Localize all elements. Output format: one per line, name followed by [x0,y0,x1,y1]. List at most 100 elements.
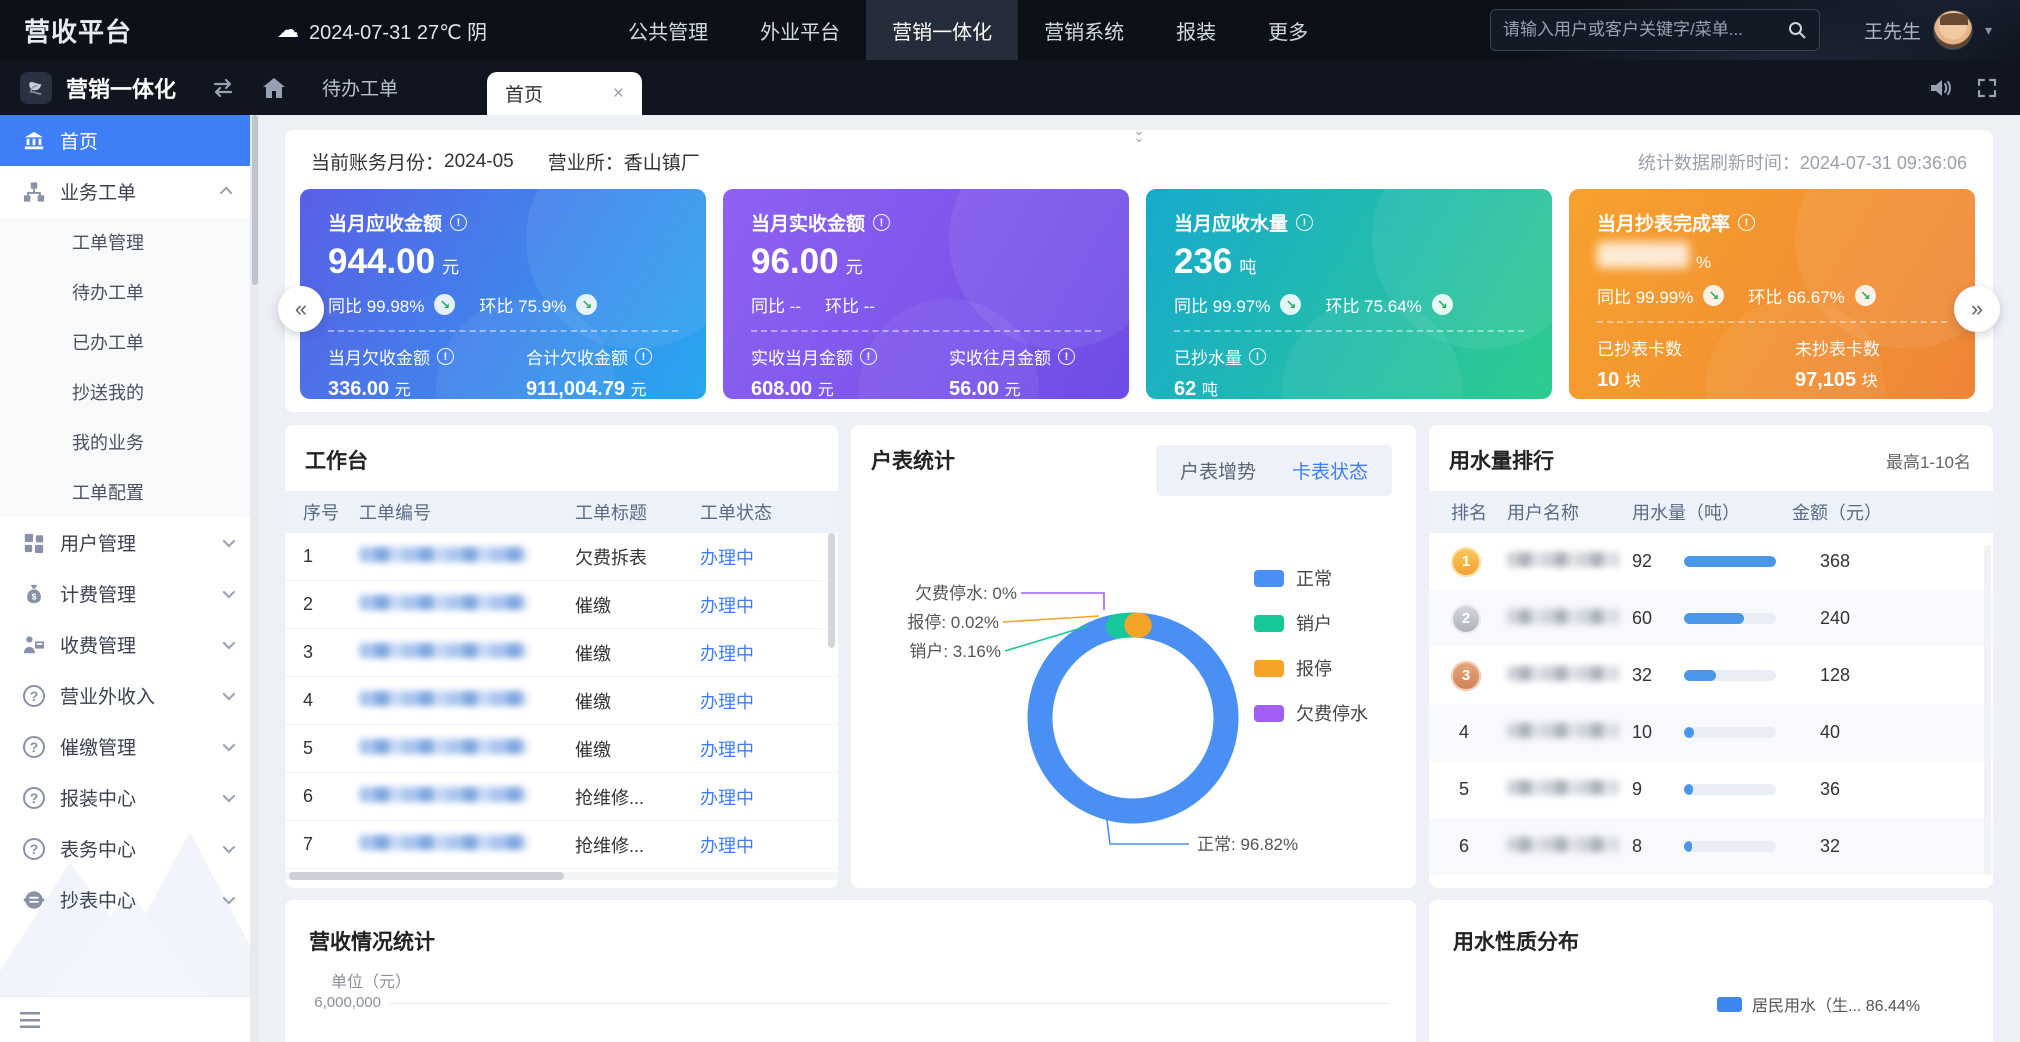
topnav-item[interactable]: 营销一体化 [866,0,1018,60]
usage-bar [1684,727,1776,738]
worktable-row[interactable]: 3 催缴 办理中 [285,629,838,677]
ranking-row[interactable]: 3 32 128 [1429,647,1993,704]
info-icon[interactable]: ! [635,348,652,365]
carousel-next-button[interactable]: » [1954,286,2000,332]
close-icon[interactable]: × [613,83,624,105]
legend-item[interactable]: 正常 [1254,565,1368,591]
ranking-row[interactable]: 2 60 240 [1429,590,1993,647]
info-icon[interactable]: ! [873,214,890,231]
legend-item[interactable]: 销户 [1254,610,1368,636]
fullscreen-icon[interactable] [1976,77,1998,99]
info-icon[interactable]: ! [1249,348,1266,365]
sidebar-item[interactable]: $ 计费管理 [0,568,250,619]
order-status-link[interactable]: 办理中 [700,692,754,712]
order-status-link[interactable]: 办理中 [700,596,754,616]
sitemap-icon [22,180,46,204]
info-icon[interactable]: ! [450,214,467,231]
worktable-row[interactable]: 1 欠费拆表 办理中 [285,533,838,581]
order-status-link[interactable]: 办理中 [700,836,754,856]
global-search[interactable] [1490,9,1820,51]
callout-suspended: 报停: 0.02% [907,613,999,632]
stat-card[interactable]: 当月应收水量! 236 吨 同比 99.97%↘ 环比 75.64%↘ 已抄水量… [1146,189,1552,399]
sidebar-scrollbar[interactable] [250,115,259,1042]
order-status-link[interactable]: 办理中 [700,644,754,664]
tab-home-label[interactable]: 首页 [505,80,543,107]
chevron-down-icon [223,790,236,803]
sidebar-item[interactable]: 收费管理 [0,619,250,670]
ranking-row[interactable]: 6 8 32 [1429,818,1993,875]
sidebar-item[interactable]: ? 催缴管理 [0,721,250,772]
dashed-divider [751,330,1101,332]
ranking-row[interactable]: 5 9 36 [1429,761,1993,818]
sidebar-item-label: 抄表中心 [60,886,223,913]
topnav-item[interactable]: 外业平台 [734,0,866,60]
order-status-link[interactable]: 办理中 [700,788,754,808]
sidebar-subitem[interactable]: 工单配置 [0,467,250,517]
medal-gold-icon: 1 [1451,547,1481,577]
order-status-link[interactable]: 办理中 [700,740,754,760]
stat-card[interactable]: 当月应收金额! 944.00 元 同比 99.98%↘ 环比 75.9%↘ 当月… [300,189,706,399]
order-code-masked [359,546,575,567]
carousel-prev-button[interactable]: « [278,286,324,332]
legend-item[interactable]: 报停 [1254,655,1368,681]
info-icon[interactable]: ! [1738,214,1755,231]
sidebar-item[interactable]: ? 营业外收入 [0,670,250,721]
info-icon[interactable]: ! [1058,348,1075,365]
ranking-row[interactable]: 1 92 368 [1429,533,1993,590]
svg-text:$: $ [32,592,37,601]
sidebar-item[interactable]: 用户管理 [0,517,250,568]
footer-metric: 实收往月金额! 56.00 元 [949,344,1099,399]
avatar[interactable] [1933,10,1973,50]
medal-silver-icon: 2 [1451,604,1481,634]
worktable-vscrollbar[interactable] [828,491,835,801]
menu-list-icon[interactable] [20,1012,40,1028]
topnav-item[interactable]: 更多 [1242,0,1334,60]
worktable-row[interactable]: 7 抢维修... 办理中 [285,821,838,869]
ranking-scrollbar[interactable] [1984,545,1991,875]
col-header-user: 用户名称 [1507,499,1632,525]
sidebar-subitem[interactable]: 我的业务 [0,417,250,467]
sidebar-subitem[interactable]: 待办工单 [0,267,250,317]
info-icon[interactable]: ! [1296,214,1313,231]
rank-number: 6 [1459,836,1469,857]
sidebar-item[interactable]: ? 表务中心 [0,823,250,874]
water-nature-title: 用水性质分布 [1429,900,1993,956]
search-input[interactable] [1503,20,1787,40]
ranking-row[interactable]: 4 10 40 [1429,704,1993,761]
sidebar-item[interactable]: 业务工单 [0,166,250,217]
topnav-item[interactable]: 报装 [1150,0,1242,60]
tab-pending-orders[interactable]: 待办工单 [322,74,398,101]
home-icon[interactable] [262,77,286,99]
sidebar-subitem[interactable]: 抄送我的 [0,367,250,417]
info-icon[interactable]: ! [860,348,877,365]
order-status-link[interactable]: 办理中 [700,548,754,568]
sidebar-subitem[interactable]: 工单管理 [0,217,250,267]
worktable-row[interactable]: 4 催缴 办理中 [285,677,838,725]
sidebar-subitem[interactable]: 已办工单 [0,317,250,367]
order-code-masked [359,738,575,759]
sidebar-item[interactable]: 抄表中心 [0,874,250,925]
worktable-row[interactable]: 2 催缴 办理中 [285,581,838,629]
topnav-item[interactable]: 公共管理 [602,0,734,60]
sidebar-item[interactable]: 首页 [0,115,250,166]
worktable-hscrollbar[interactable] [285,872,838,880]
legend-item[interactable]: 欠费停水 [1254,700,1368,726]
worktable-row[interactable]: 5 催缴 办理中 [285,725,838,773]
tab-home-active[interactable]: 首页 × [487,72,642,115]
stat-card[interactable]: 当月抄表完成率! % 同比 99.99%↘ 环比 66.67%↘ 已抄表卡数 1… [1569,189,1975,399]
switch-app-icon[interactable] [210,77,236,99]
collapse-double-chevron-icon[interactable]: ⌄⌄ [1134,127,1145,141]
volume-icon[interactable] [1928,77,1952,99]
worktable-header: 序号 工单编号 工单标题 工单状态 [285,491,838,533]
cashier-icon [22,633,46,657]
stat-card[interactable]: 当月实收金额! 96.00 元 同比 -- 环比 -- 实收当月金额! 608.… [723,189,1129,399]
topnav-item[interactable]: 营销系统 [1018,0,1150,60]
user-zone[interactable]: 王先生 ▾ [1864,0,1992,60]
chevron-down-icon[interactable]: ▾ [1985,22,1992,39]
info-icon[interactable]: ! [437,348,454,365]
usage-value: 92 [1632,551,1684,572]
sidebar-item[interactable]: ? 报装中心 [0,772,250,823]
sidebar: 首页 业务工单工单管理待办工单已办工单抄送我的我的业务工单配置 用户管理 $ 计… [0,115,250,1042]
worktable-row[interactable]: 6 抢维修... 办理中 [285,773,838,821]
search-icon[interactable] [1787,20,1807,40]
